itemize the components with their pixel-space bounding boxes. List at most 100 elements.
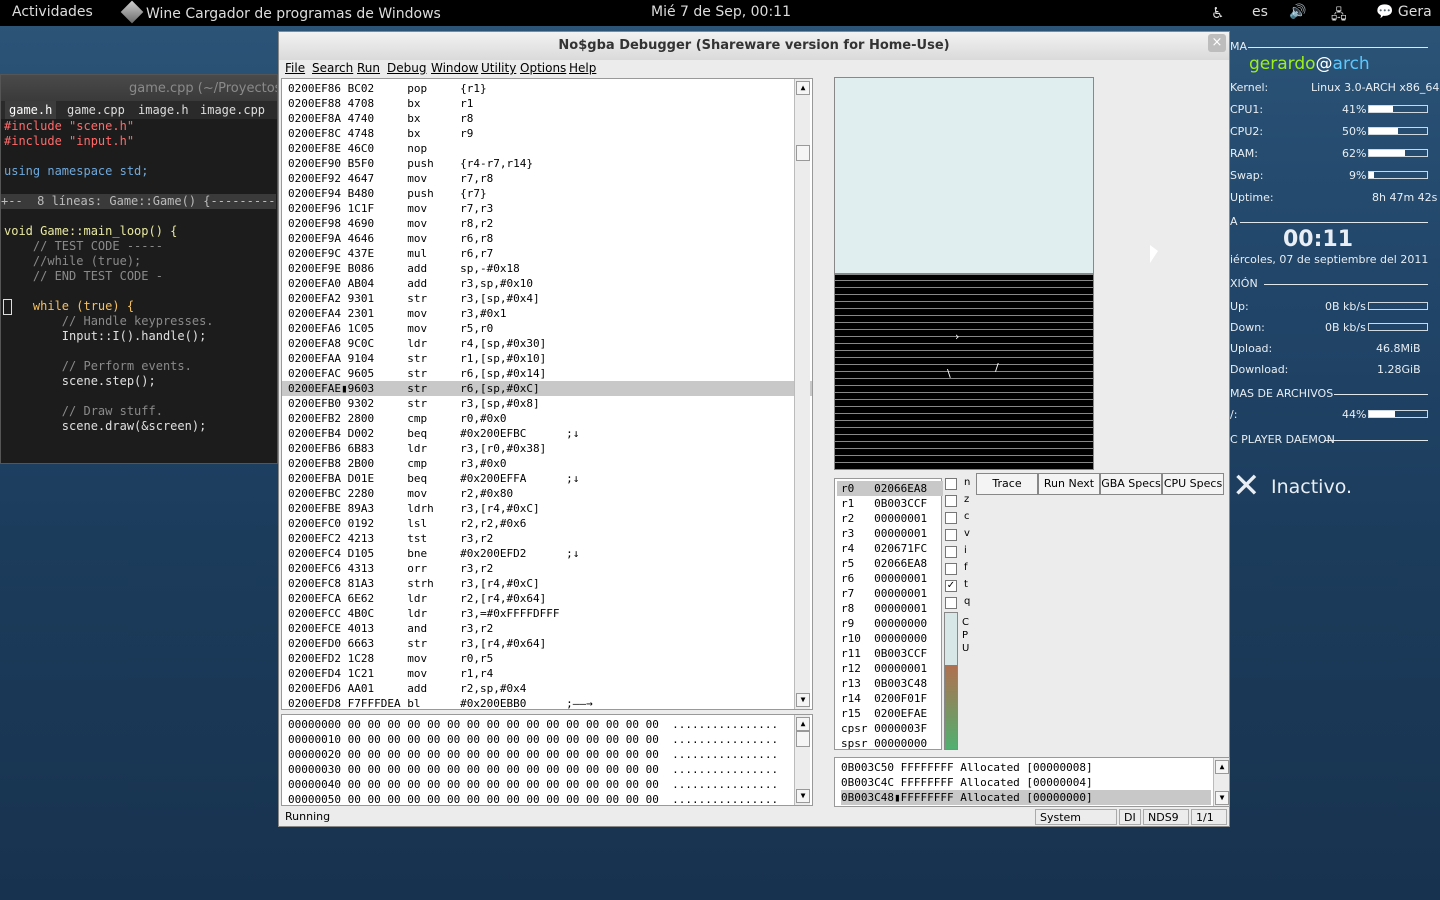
register-row[interactable]: r12 00000001 xyxy=(837,661,943,676)
flag-c-checkbox[interactable] xyxy=(945,512,957,524)
user-menu[interactable]: 💬 Gera xyxy=(1376,4,1432,20)
scroll-up-arrow[interactable]: ▲ xyxy=(1215,760,1229,774)
cpu-specs-button[interactable]: CPU Specs xyxy=(1162,473,1224,495)
disasm-row[interactable]: 0200EF86 BC02 pop {r1} xyxy=(282,81,812,96)
code-fold[interactable]: +-- 8 líneas: Game::Game() {---------- xyxy=(1,194,277,209)
memory-allocation-list[interactable]: 0B003C50 FFFFFFFF Allocated [00000008] 0… xyxy=(834,757,1230,807)
disasm-row[interactable]: 0200EFB4 D002 beq #0x200EFBC ;↓ xyxy=(282,426,812,441)
disasm-row[interactable]: 0200EF90 B5F0 push {r4-r7,r14} xyxy=(282,156,812,171)
disasm-row[interactable]: 0200EF9E B086 add sp,-#0x18 xyxy=(282,261,812,276)
menu-help[interactable]: Help xyxy=(569,60,596,76)
scroll-down-arrow[interactable]: ▼ xyxy=(796,789,810,803)
disasm-row[interactable]: 0200EF8E 46C0 nop xyxy=(282,141,812,156)
register-row[interactable]: r8 00000001 xyxy=(837,601,943,616)
disasm-row[interactable]: 0200EFCA 6E62 ldr r2,[r4,#0x64] xyxy=(282,591,812,606)
disassembly-pane[interactable]: 0200EF86 BC02 pop {r1} 0200EF88 4708 bx r… xyxy=(281,78,813,710)
volume-icon[interactable]: 🔊 xyxy=(1289,4,1306,20)
disasm-row[interactable]: 0200EFD6 AA01 add r2,sp,#0x4 xyxy=(282,681,812,696)
disasm-row[interactable]: 0200EFB8 2B00 cmp r3,#0x0 xyxy=(282,456,812,471)
nocash-debugger-window[interactable]: No$gba Debugger (Shareware version for H… xyxy=(278,31,1230,827)
register-row[interactable]: r1 0B003CCF xyxy=(837,496,943,511)
disasm-row[interactable]: 0200EFB6 6B83 ldr r3,[r0,#0x38] xyxy=(282,441,812,456)
disasm-row[interactable]: 0200EFC6 4313 orr r3,r2 xyxy=(282,561,812,576)
list-item[interactable]: 0B003C50 FFFFFFFF Allocated [00000008] xyxy=(841,760,1211,775)
list-item[interactable]: 0B003C48▮FFFFFFFF Allocated [00000000] xyxy=(841,790,1211,805)
disasm-row[interactable]: 0200EFC2 4213 tst r3,r2 xyxy=(282,531,812,546)
flag-q-checkbox[interactable] xyxy=(945,597,957,609)
menu-window[interactable]: Window xyxy=(431,60,478,76)
hex-row[interactable]: 00000020 00 00 00 00 00 00 00 00 00 00 0… xyxy=(282,747,812,762)
hex-row[interactable]: 00000030 00 00 00 00 00 00 00 00 00 00 0… xyxy=(282,762,812,777)
scroll-down-arrow[interactable]: ▼ xyxy=(796,693,810,707)
disasm-row[interactable]: 0200EFA6 1C05 mov r5,r0 xyxy=(282,321,812,336)
register-row[interactable]: r3 00000001 xyxy=(837,526,943,541)
disasm-row[interactable]: 0200EFCE 4013 and r3,r2 xyxy=(282,621,812,636)
editor-titlebar[interactable]: game.cpp (~/Proyectos xyxy=(1,75,277,101)
tab-image-cpp[interactable]: image.cpp xyxy=(196,101,269,119)
hex-row[interactable]: 00000050 00 00 00 00 00 00 00 00 00 00 0… xyxy=(282,792,812,805)
disasm-row[interactable]: 0200EFAA 9104 str r1,[sp,#0x10] xyxy=(282,351,812,366)
editor-window[interactable]: game.cpp (~/Proyectos game.h game.cpp im… xyxy=(0,74,278,464)
disasm-row[interactable]: 0200EFD8 F7FFFDEA bl #0x200EBB0 ;——→ xyxy=(282,696,812,709)
flag-n-checkbox[interactable] xyxy=(945,478,957,490)
register-row[interactable]: r11 0B003CCF xyxy=(837,646,943,661)
disasm-row[interactable]: 0200EF94 B480 push {r7} xyxy=(282,186,812,201)
disasm-row[interactable]: 0200EFBE 89A3 ldrh r3,[r4,#0xC] xyxy=(282,501,812,516)
disasm-row[interactable]: 0200EF98 4690 mov r8,r2 xyxy=(282,216,812,231)
hex-row[interactable]: 00000040 00 00 00 00 00 00 00 00 00 00 0… xyxy=(282,777,812,792)
disasm-row[interactable]: 0200EF92 4647 mov r7,r8 xyxy=(282,171,812,186)
disasm-row[interactable]: 0200EF96 1C1F mov r7,r3 xyxy=(282,201,812,216)
register-row[interactable]: r10 00000000 xyxy=(837,631,943,646)
memlist-scrollbar[interactable]: ▲ ▼ xyxy=(1213,758,1229,806)
menu-file[interactable]: File xyxy=(285,60,305,76)
register-row[interactable]: r2 00000001 xyxy=(837,511,943,526)
list-item[interactable]: 0B003C4C FFFFFFFF Allocated [00000004] xyxy=(841,775,1211,790)
register-row[interactable]: spsr 00000000 xyxy=(837,736,943,751)
gba-specs-button[interactable]: GBA Specs xyxy=(1100,473,1162,495)
scroll-up-arrow[interactable]: ▲ xyxy=(796,717,810,731)
scroll-down-arrow[interactable]: ▼ xyxy=(1215,791,1229,805)
register-row[interactable]: r5 02066EA8 xyxy=(837,556,943,571)
register-row[interactable]: r13 0B003C48 xyxy=(837,676,943,691)
disasm-row[interactable]: 0200EFB2 2800 cmp r0,#0x0 xyxy=(282,411,812,426)
registers-pane[interactable]: r0 02066EA8 r1 0B003CCF r2 00000001 r3 0000… xyxy=(834,478,943,751)
trace-button[interactable]: Trace xyxy=(976,473,1038,495)
disasm-row[interactable]: 0200EFD0 6663 str r3,[r4,#0x64] xyxy=(282,636,812,651)
disasm-row[interactable]: 0200EF9C 437E mul r6,r7 xyxy=(282,246,812,261)
disasm-row[interactable]: 0200EFC0 0192 lsl r2,r2,#0x6 xyxy=(282,516,812,531)
disasm-row[interactable]: 0200EFC8 81A3 strh r3,[r4,#0xC] xyxy=(282,576,812,591)
close-button[interactable]: × xyxy=(1208,34,1226,52)
disasm-row[interactable]: 0200EF88 4708 bx r1 xyxy=(282,96,812,111)
keyboard-layout[interactable]: es xyxy=(1252,4,1268,20)
disasm-row[interactable]: 0200EFA4 2301 mov r3,#0x1 xyxy=(282,306,812,321)
flag-z-checkbox[interactable] xyxy=(945,495,957,507)
register-row[interactable]: r14 0200F01F xyxy=(837,691,943,706)
disasm-row[interactable]: 0200EFD4 1C21 mov r1,r4 xyxy=(282,666,812,681)
disasm-row[interactable]: 0200EFB0 9302 str r3,[sp,#0x8] xyxy=(282,396,812,411)
menu-search[interactable]: Search xyxy=(312,60,353,76)
hexdump-scrollbar[interactable]: ▲ ▼ xyxy=(794,715,810,805)
disasm-row[interactable]: 0200EFBC 2280 mov r2,#0x80 xyxy=(282,486,812,501)
hex-row[interactable]: 00000000 00 00 00 00 00 00 00 00 00 00 0… xyxy=(282,717,812,732)
register-row[interactable]: cpsr 0000003F xyxy=(837,721,943,736)
disasm-row[interactable]: 0200EF9A 4646 mov r6,r8 xyxy=(282,231,812,246)
tab-game-h[interactable]: game.h xyxy=(5,101,57,119)
flag-f-checkbox[interactable] xyxy=(945,563,957,575)
disasm-row[interactable]: 0200EFBA D01E beq #0x200EFFA ;↓ xyxy=(282,471,812,486)
scroll-thumb[interactable] xyxy=(796,731,810,747)
disasm-row[interactable]: 0200EFA0 AB04 add r3,sp,#0x10 xyxy=(282,276,812,291)
flag-v-checkbox[interactable] xyxy=(945,529,957,541)
menu-options[interactable]: Options xyxy=(520,60,566,76)
menu-utility[interactable]: Utility xyxy=(481,60,516,76)
disasm-row[interactable]: 0200EFC4 D105 bne #0x200EFD2 ;↓ xyxy=(282,546,812,561)
activities-button[interactable]: Actividades xyxy=(12,4,93,20)
disasm-row[interactable]: 0200EFD2 1C28 mov r0,r5 xyxy=(282,651,812,666)
clock[interactable]: Mié 7 de Sep, 00:11 xyxy=(651,4,791,20)
scroll-up-arrow[interactable]: ▲ xyxy=(796,81,810,95)
menu-run[interactable]: Run xyxy=(357,60,380,76)
register-row[interactable]: r4 020671FC xyxy=(837,541,943,556)
register-row[interactable]: r9 00000000 xyxy=(837,616,943,631)
disasm-row[interactable]: 0200EFAC 9605 str r6,[sp,#0x14] xyxy=(282,366,812,381)
scroll-thumb[interactable] xyxy=(796,145,810,161)
disasm-row[interactable]: 0200EF8C 4748 bx r9 xyxy=(282,126,812,141)
